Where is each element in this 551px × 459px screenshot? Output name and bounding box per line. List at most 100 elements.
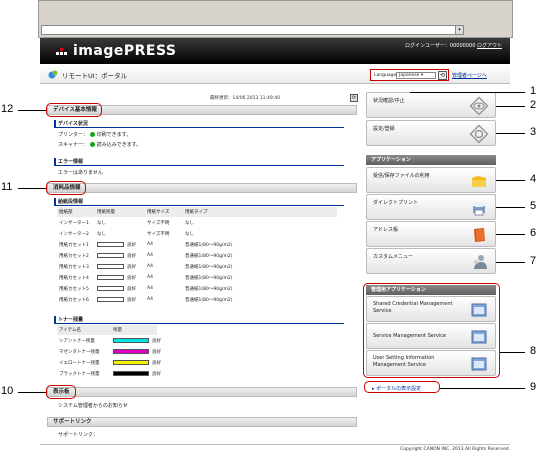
sub-header: リモートUI：ポータル Language: Japanese ▾ ⟲ 管理者ペー… — [40, 64, 510, 84]
callout-number-12: 12 — [1, 103, 14, 115]
app-address-book-button[interactable]: アドレス帳 — [366, 221, 496, 247]
eye-icon — [469, 96, 489, 116]
toner-name: シアントナー残量 — [59, 339, 95, 344]
status-monitor-button[interactable]: 状況確認/中止 — [366, 92, 496, 118]
toner-name: ブラックトナー残量 — [59, 372, 100, 377]
scanner-label: スキャナー： — [58, 142, 89, 148]
printer-icon — [473, 202, 485, 216]
language-apply-button[interactable]: ⟲ — [438, 71, 447, 80]
paper-header-source: 給紙部 — [59, 210, 73, 215]
callout-line-8 — [500, 352, 525, 353]
paper-level: なし — [97, 232, 106, 237]
status-monitor-label: 状況確認/中止 — [373, 98, 405, 104]
error-text: エラーはありません — [58, 170, 103, 176]
language-label: Language: — [374, 73, 398, 78]
paper-size: A4 — [147, 264, 153, 269]
table-row: シアントナー残量 良好 — [57, 336, 337, 346]
app-label: ダイレクトプリント — [373, 200, 419, 206]
callout-number-9: 9 — [530, 381, 537, 393]
logout-link[interactable]: ログアウト — [477, 43, 502, 49]
remote-ui-icon — [48, 70, 58, 79]
admin-app-label: Service Management Service — [373, 333, 447, 339]
table-row: 用紙カセット5 良好 A4 普通紙1(80～90g/m2) — [57, 284, 337, 294]
admin-page-link[interactable]: 管理者ページへ — [452, 72, 487, 79]
consumables-highlight — [46, 181, 86, 195]
toner-status: 良好 — [152, 372, 161, 377]
callout-number-7: 7 — [530, 255, 537, 267]
logo-text: imagePRESS — [73, 43, 177, 59]
login-user-text: ログインユーザー：00000000 — [405, 43, 476, 49]
portal-display-settings-link[interactable]: ▸ ポータルの表示設定 — [372, 385, 421, 392]
address-bar[interactable]: ▾ — [41, 25, 464, 35]
toner-level-bar-black — [113, 371, 149, 376]
paper-size: A4 — [147, 297, 153, 302]
toner-header-name: アイテム名 — [59, 328, 82, 333]
paper-level: 良好 — [127, 276, 136, 281]
callout-number-5: 5 — [530, 200, 537, 212]
last-updated-text: 最終更新：14/06 2013 11:49:40 — [210, 96, 280, 101]
callout-line-3 — [496, 133, 525, 134]
admin-app-shared-credential-button[interactable]: Shared Credential Management Service — [366, 296, 496, 322]
callout-number-2: 2 — [530, 99, 537, 111]
app-label: アドレス帳 — [373, 227, 399, 233]
error-info-title: エラー情報 — [54, 158, 344, 166]
table-row: インサーター2 なし サイズ不明 なし — [57, 229, 337, 239]
copyright-text: Copyright CANON INC. 2013 All Rights Res… — [400, 447, 510, 452]
paper-table-header: 給紙部 用紙残量 用紙サイズ 用紙タイプ — [57, 207, 337, 217]
window-icon — [471, 357, 487, 371]
login-info: ログインユーザー：00000000 ログアウト — [405, 42, 502, 49]
callout-number-1: 1 — [530, 85, 537, 97]
callout-line-1 — [410, 92, 525, 93]
printer-status-icon — [89, 132, 95, 137]
app-stored-files-button[interactable]: 受信/保存ファイルの利用 — [366, 167, 496, 193]
canon-logo-icon — [56, 48, 67, 55]
address-dropdown-button[interactable]: ▾ — [455, 25, 464, 35]
settings-registration-button[interactable]: 設定/登録 — [366, 120, 496, 146]
messages-highlight — [46, 385, 76, 399]
app-direct-print-button[interactable]: ダイレクトプリント — [366, 194, 496, 220]
paper-source: 用紙カセット4 — [59, 276, 89, 281]
device-info-highlight — [46, 103, 102, 117]
app-header: imagePRESS ログインユーザー：00000000 ログアウト — [40, 38, 510, 64]
messages-text: システム管理者からのお知らせ — [58, 403, 128, 409]
consumables-section-header: 消耗品情報 — [47, 183, 357, 193]
paper-level: 良好 — [127, 265, 136, 270]
toner-level-bar-magenta — [113, 349, 149, 354]
page-title: リモートUI：ポータル — [62, 72, 128, 80]
language-selector-group: Language: Japanese ▾ ⟲ — [370, 69, 449, 81]
paper-source: 用紙カセット2 — [59, 254, 89, 259]
table-row: マゼンタトナー残量 良好 — [57, 347, 337, 357]
toner-status: 良好 — [152, 339, 161, 344]
paper-level-bar — [97, 264, 124, 269]
table-row: インサーター1 なし サイズ不明 なし — [57, 218, 337, 228]
support-link-text[interactable]: サポートリンク： — [58, 431, 98, 438]
table-row: イエロートナー残量 良好 — [57, 358, 337, 368]
toner-info-title: トナー残量 — [54, 316, 344, 324]
app-custom-menu-button[interactable]: カスタムメニュー — [366, 248, 496, 274]
callout-number-8: 8 — [530, 345, 537, 357]
paper-type: なし — [185, 221, 194, 226]
language-select[interactable]: Japanese ▾ — [396, 72, 436, 79]
paper-size: A4 — [147, 275, 153, 280]
messages-section-header: 表示板 — [47, 387, 357, 397]
paper-size: サイズ不明 — [147, 221, 170, 226]
folder-icon — [472, 176, 486, 187]
paper-level-bar — [97, 275, 124, 280]
printer-status-row: プリンター： 印刷できます。 — [58, 131, 131, 138]
paper-type: 普通紙1(80～90g/m2) — [185, 287, 233, 292]
paper-type: 普通紙1(80～90g/m2) — [185, 298, 233, 303]
paper-level-bar — [97, 253, 124, 258]
table-row: 用紙カセット3 良好 A4 普通紙1(80～90g/m2) — [57, 262, 337, 272]
app-label: 受信/保存ファイルの利用 — [373, 173, 430, 179]
paper-level-bar — [97, 286, 124, 291]
admin-app-service-management-button[interactable]: Service Management Service — [366, 323, 496, 349]
paper-source: 用紙カセット6 — [59, 298, 89, 303]
scanner-status-row: スキャナー： 読み込みできます。 — [58, 141, 141, 148]
paper-type: 普通紙1(80～90g/m2) — [185, 265, 233, 270]
paper-level: なし — [97, 221, 106, 226]
admin-app-user-setting-button[interactable]: User Setting Information Management Serv… — [366, 350, 496, 376]
support-section-header: サポートリンク — [47, 417, 357, 427]
paper-level: 良好 — [127, 287, 136, 292]
toner-level-bar-yellow — [113, 360, 149, 365]
refresh-button[interactable]: ⟳ — [350, 94, 358, 102]
